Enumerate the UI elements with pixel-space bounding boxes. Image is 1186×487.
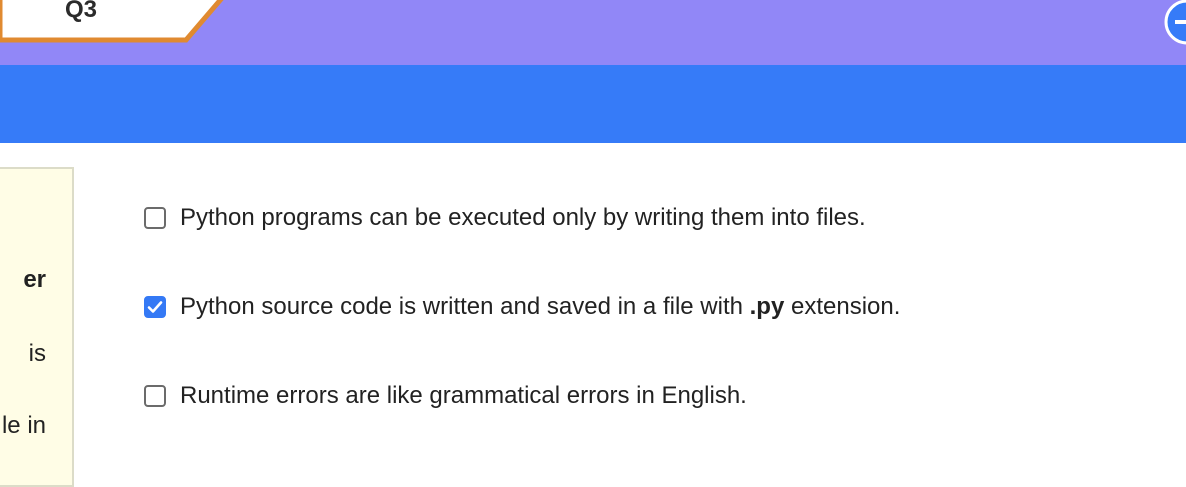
answer-option-2[interactable]: Python source code is written and saved …	[144, 292, 900, 322]
side-panel-line-2: is	[28, 340, 46, 367]
answer-option-2-text-after: extension.	[784, 293, 901, 320]
checkmark-icon	[147, 301, 163, 313]
answer-option-2-text-before: Python source code is written and saved …	[180, 293, 750, 320]
answer-option-1[interactable]: Python programs can be executed only by …	[144, 203, 866, 233]
plus-circle-icon	[1164, 0, 1186, 45]
answer-option-1-label: Python programs can be executed only by …	[180, 204, 866, 231]
add-question-button[interactable]	[1163, 0, 1186, 46]
answer-option-3-label: Runtime errors are like grammatical erro…	[180, 382, 747, 409]
question-tab[interactable]	[0, 0, 240, 50]
answer-option-2-label: Python source code is written and saved …	[180, 292, 900, 322]
file-extension-label: .py	[749, 293, 785, 320]
side-panel: er is le in	[0, 167, 74, 487]
question-tab-label[interactable]: Q3	[56, 0, 106, 26]
side-panel-line-3: le in	[1, 412, 46, 439]
question-toolbar	[0, 65, 1186, 143]
checkbox-checked-icon[interactable]	[144, 296, 166, 318]
checkbox-unchecked-icon[interactable]	[144, 385, 166, 407]
answer-option-3[interactable]: Runtime errors are like grammatical erro…	[144, 381, 747, 411]
side-panel-line-1: er	[23, 266, 46, 293]
checkbox-unchecked-icon[interactable]	[144, 207, 166, 229]
